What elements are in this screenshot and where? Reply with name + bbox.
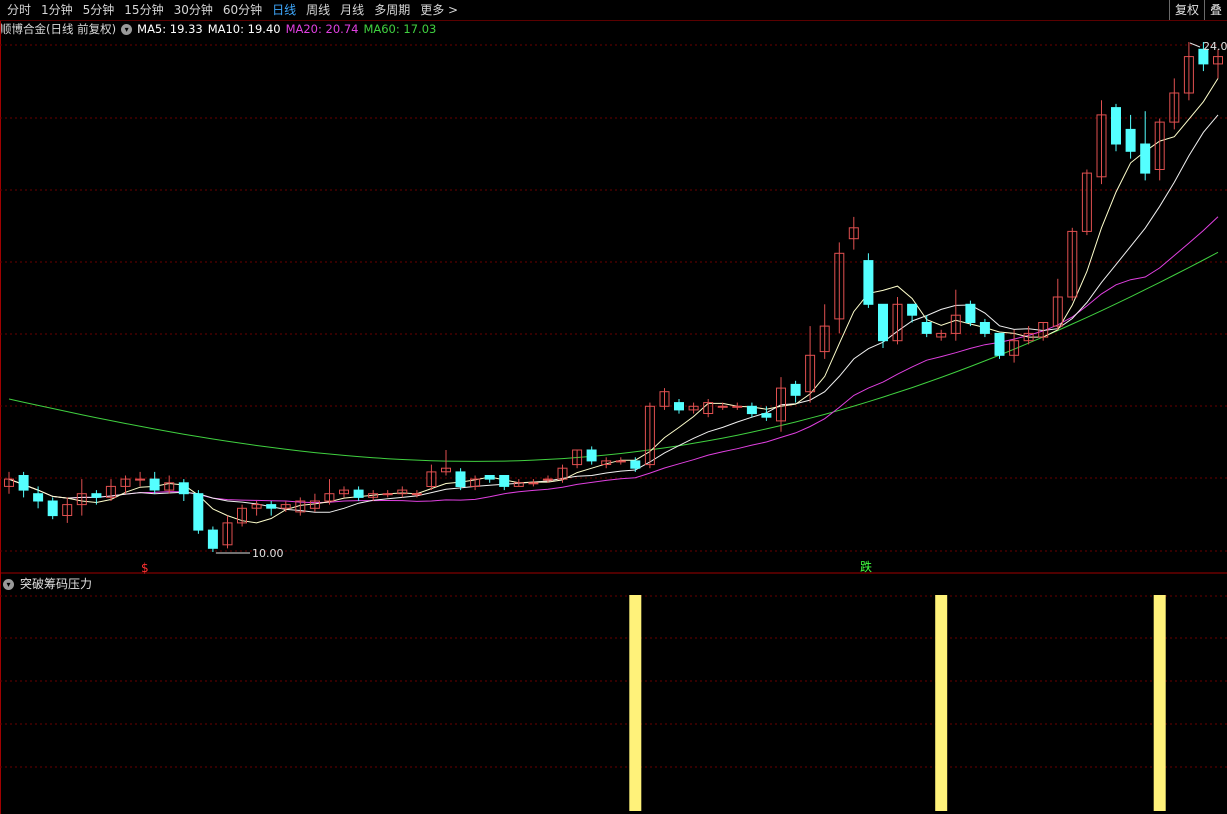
ma20-line (8, 216, 1219, 504)
candle-up (382, 493, 393, 496)
candle-down (790, 383, 801, 396)
candle-down (18, 475, 29, 491)
candle-down (266, 504, 277, 509)
candle-down (994, 332, 1005, 356)
candle-down (207, 529, 218, 549)
ma10-line (8, 114, 1219, 513)
candle-up (411, 493, 422, 496)
candle-down (455, 471, 466, 487)
candle-up (615, 460, 626, 463)
ma60-line (8, 251, 1219, 462)
candle-down (484, 475, 495, 480)
candle-down (674, 402, 684, 411)
candle-up (732, 405, 743, 408)
candle-down (47, 500, 58, 517)
high-price-label: 24.0 (1203, 40, 1227, 53)
candle-down (863, 260, 874, 305)
candle-down (33, 493, 44, 502)
candle-down (499, 475, 510, 487)
signal-bar (629, 595, 642, 811)
indicator-label: 突破筹码压力 (20, 577, 93, 591)
candle-down (1111, 107, 1121, 145)
candle-up (135, 478, 146, 481)
candle-down (630, 460, 641, 469)
candle-down (178, 482, 189, 495)
signal-bar (935, 595, 948, 811)
signal-bar (1153, 595, 1166, 811)
fall-signal-marker: 跌 (860, 559, 872, 574)
candle-down (921, 322, 932, 334)
candle-down (353, 489, 364, 498)
chevron-down-icon[interactable]: ▾ (3, 578, 14, 590)
candle-up (717, 405, 728, 408)
candle-up (542, 478, 553, 481)
candle-down (586, 449, 597, 462)
candle-down (907, 303, 918, 316)
candle-down (878, 303, 888, 342)
candle-down (193, 493, 204, 531)
candle-down (149, 478, 160, 491)
candle-down (965, 303, 976, 323)
low-price-label: 10.00 (252, 547, 284, 560)
candle-down (746, 405, 757, 415)
kline-chart[interactable]: 10.00 24.0 $ 跌 (0, 0, 1227, 814)
buy-signal-marker: $ (141, 561, 149, 575)
candle-down (91, 493, 102, 498)
indicator-title-bar: ▾ 突破筹码压力 (0, 576, 92, 592)
candle-down (979, 322, 990, 334)
candle-down (761, 413, 772, 418)
ma5-line (8, 78, 1219, 524)
candle-down (1125, 128, 1136, 152)
candle-up (528, 482, 539, 485)
candle-down (1140, 143, 1151, 174)
